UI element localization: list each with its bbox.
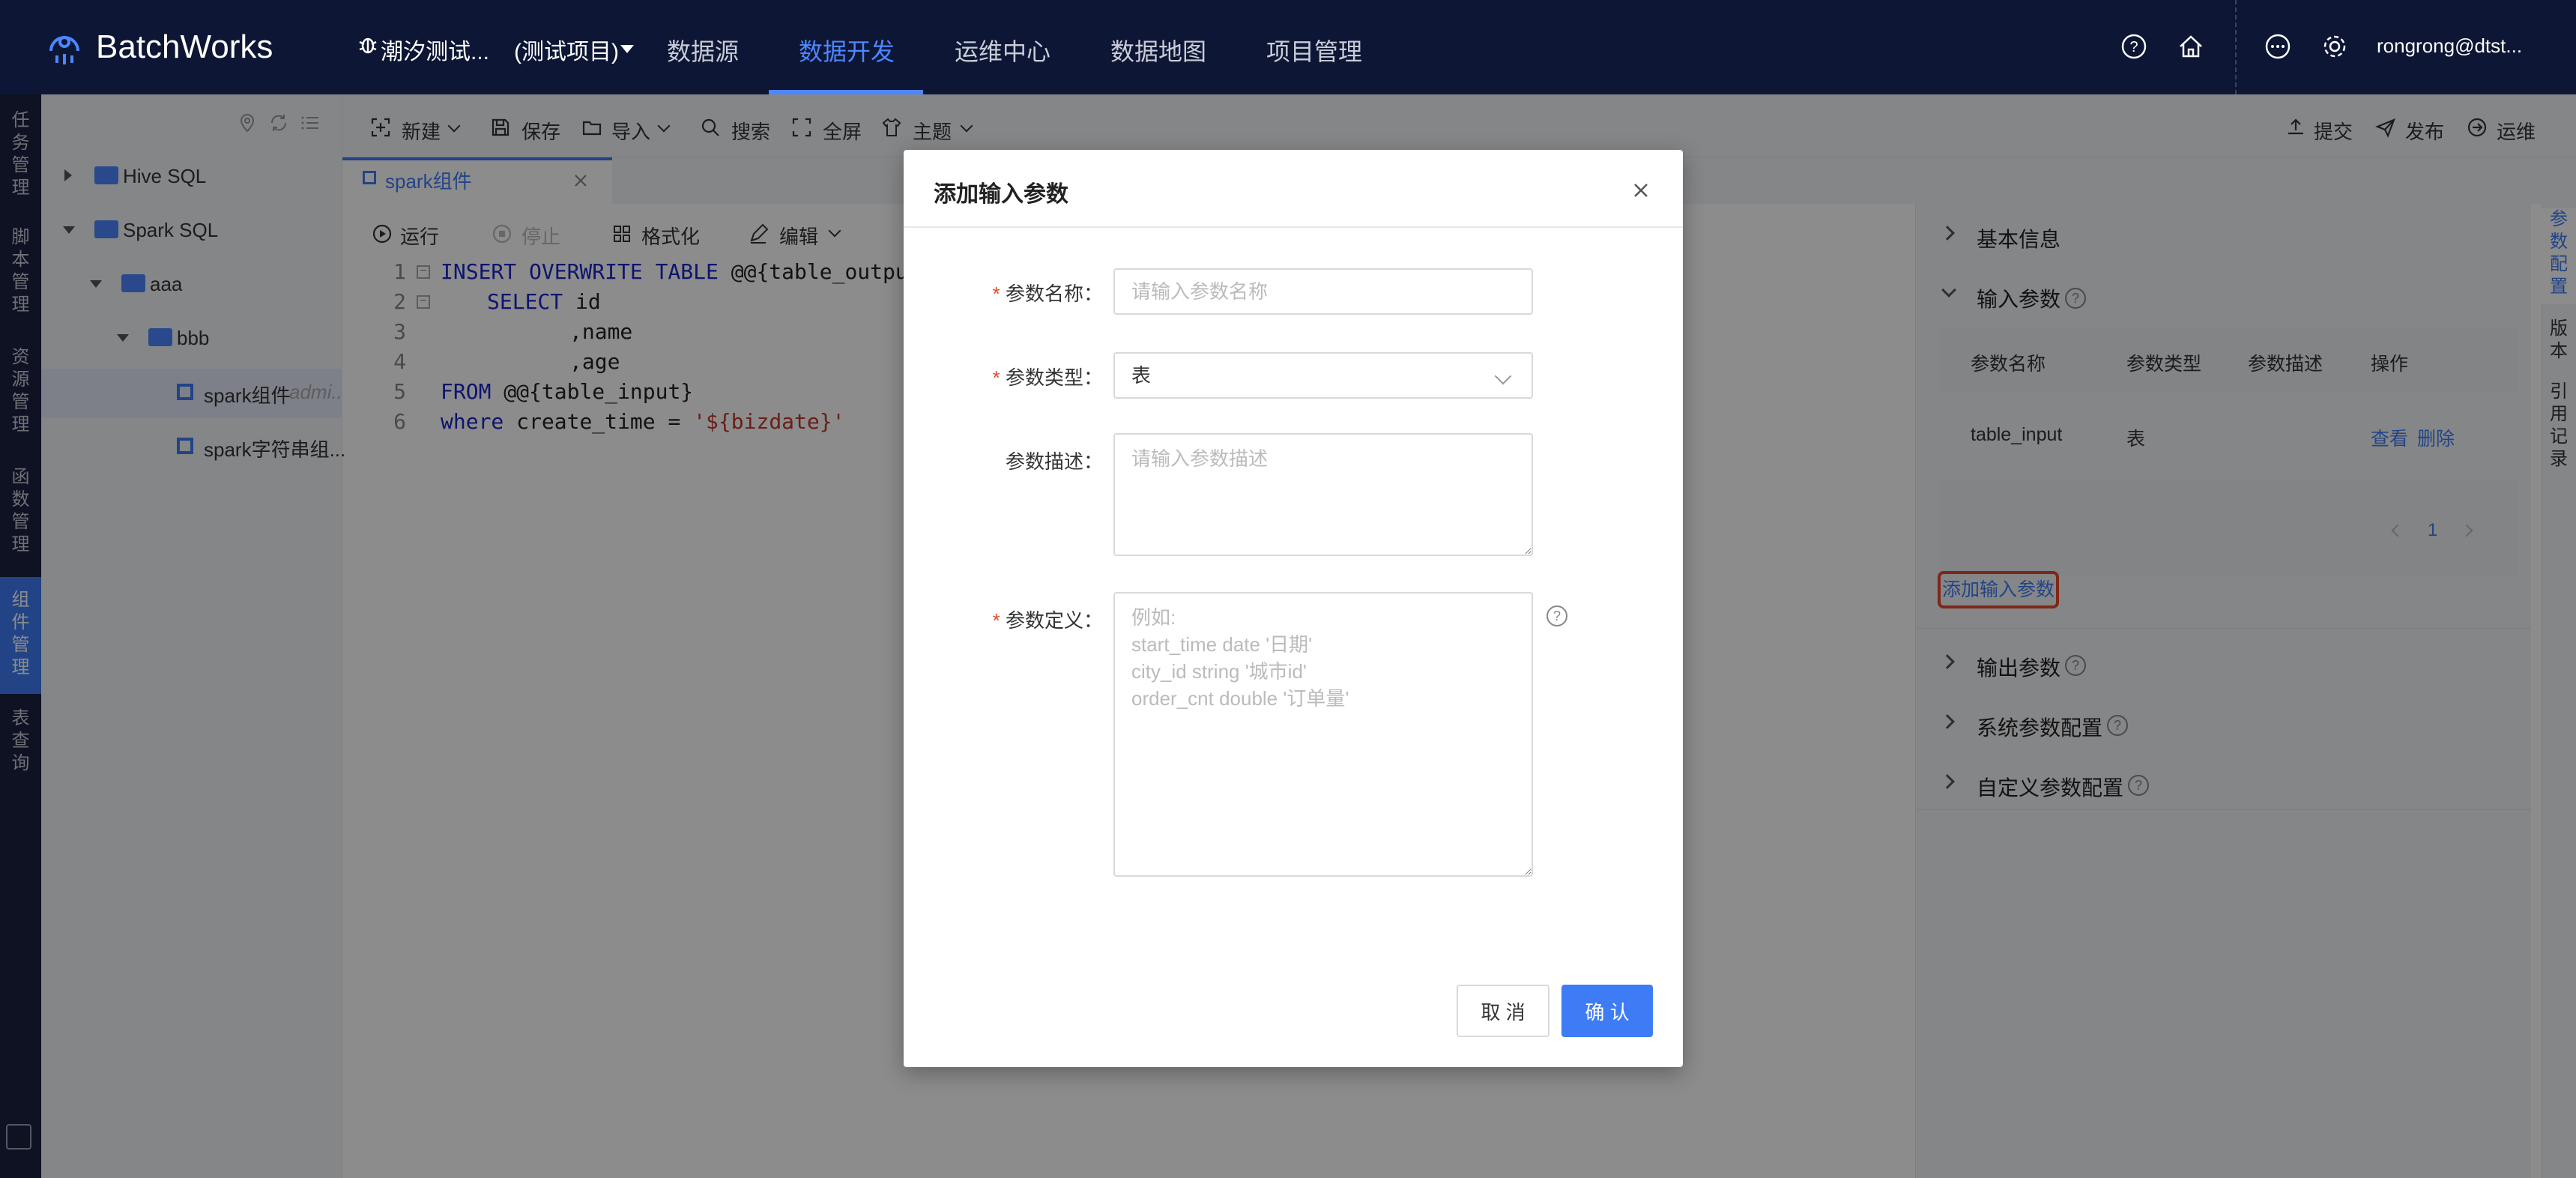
project-name[interactable]: 潮汐测试... <box>381 33 489 66</box>
modal-title: 添加输入参数 <box>934 182 1068 207</box>
modal-divider <box>904 226 1683 228</box>
required-mark: * <box>992 283 1006 305</box>
close-icon[interactable] <box>1629 178 1653 202</box>
project-scope[interactable]: (测试项目) <box>514 33 619 66</box>
label-text: 参数名称 <box>1005 283 1083 305</box>
nav-data-map[interactable]: 数据地图 <box>1110 33 1206 67</box>
label-text: 参数描述 <box>1005 450 1083 473</box>
param-def-label: * 参数定义： <box>992 609 1103 632</box>
param-type-select[interactable]: 表 <box>1113 352 1533 399</box>
param-def-textarea[interactable] <box>1113 592 1533 877</box>
param-name-label: * 参数名称： <box>992 283 1103 305</box>
cancel-button[interactable]: 取 消 <box>1457 985 1549 1037</box>
help-icon[interactable]: ? <box>1546 605 1567 626</box>
user-name[interactable]: rongrong@dtst... <box>2377 34 2522 58</box>
svg-text:?: ? <box>2129 39 2138 55</box>
param-type-label: * 参数类型： <box>992 366 1103 389</box>
required-mark: * <box>992 609 1006 632</box>
caret-down-icon[interactable] <box>620 45 634 53</box>
top-divider <box>2235 0 2237 94</box>
param-desc-label: 参数描述： <box>1005 450 1103 473</box>
nav-project-mgmt[interactable]: 项目管理 <box>1266 33 1362 67</box>
help-icon[interactable]: ? <box>2120 33 2147 60</box>
confirm-button[interactable]: 确 认 <box>1561 985 1653 1037</box>
app-title: BatchWorks <box>96 28 273 65</box>
nav-data-dev[interactable]: 数据开发 <box>799 33 895 67</box>
logo-icon <box>49 36 79 64</box>
home-icon[interactable] <box>2177 33 2204 60</box>
message-icon[interactable] <box>2264 33 2291 60</box>
label-text: 参数类型 <box>1005 366 1083 389</box>
param-desc-textarea[interactable] <box>1113 433 1533 556</box>
gear-icon[interactable] <box>2321 33 2348 60</box>
nav-datasource[interactable]: 数据源 <box>667 33 739 67</box>
nav-ops-center[interactable]: 运维中心 <box>955 33 1050 67</box>
label-text: 参数定义 <box>1005 609 1083 632</box>
required-mark: * <box>992 366 1006 389</box>
param-name-input[interactable] <box>1113 268 1533 315</box>
bug-icon <box>359 37 377 54</box>
